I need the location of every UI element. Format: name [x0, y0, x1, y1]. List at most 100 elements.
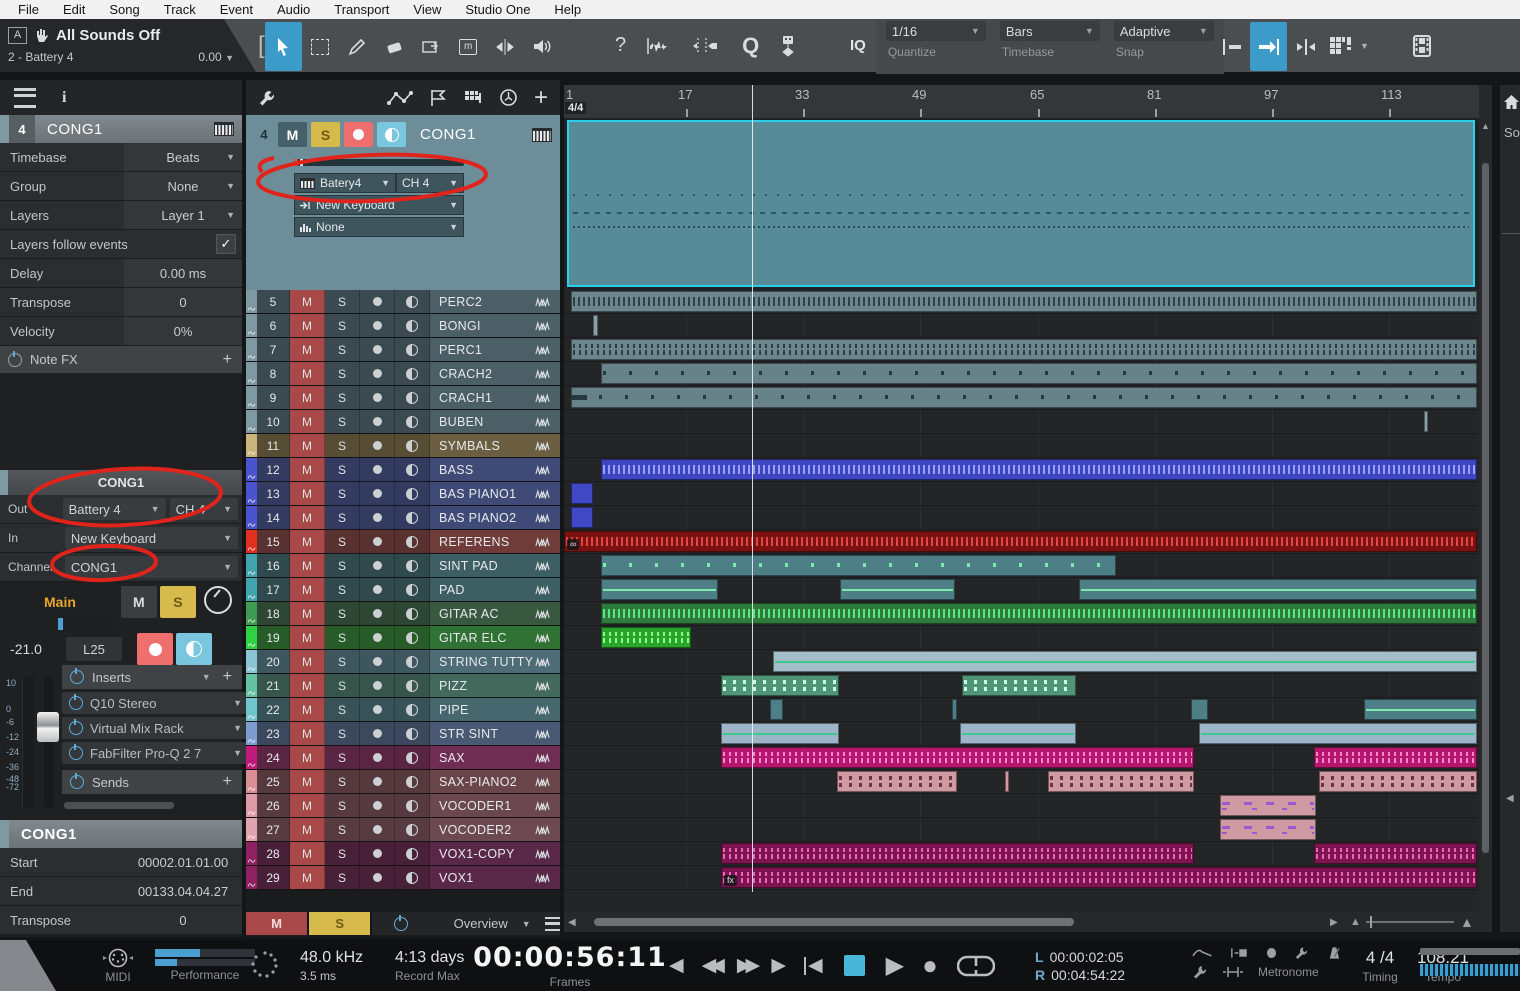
metronome-icon[interactable]: [1327, 946, 1342, 960]
track-mute-button[interactable]: M: [290, 410, 325, 433]
track-solo-button[interactable]: S: [325, 290, 360, 313]
track-solo-button[interactable]: S: [325, 626, 360, 649]
panel-collapse-arrow[interactable]: ◀: [1506, 793, 1514, 804]
track-mute-button[interactable]: M: [290, 530, 325, 553]
lane-gitar-ac[interactable]: [564, 602, 1479, 626]
track-record-button[interactable]: [360, 818, 395, 841]
track-solo-button[interactable]: S: [325, 650, 360, 673]
midi-clip[interactable]: [571, 483, 593, 504]
track-solo-button[interactable]: S: [325, 362, 360, 385]
in-select[interactable]: New Keyboard▼: [65, 527, 238, 549]
menu-item-event[interactable]: Event: [208, 0, 265, 19]
next-bar-button[interactable]: ▶: [771, 954, 786, 977]
lane-perc1[interactable]: [564, 338, 1479, 362]
track-row-bass[interactable]: 12MSBASS: [246, 458, 560, 482]
channel-solo-button[interactable]: S: [160, 586, 196, 618]
track-row-vox1-copy[interactable]: 28MSVOX1-COPY: [246, 842, 560, 866]
performance-monitor-box[interactable]: A All Sounds Off 2 - Battery 4 0.00 ▼: [0, 19, 256, 72]
row-value[interactable]: 0%: [124, 317, 242, 345]
inserts-scrollbar[interactable]: [64, 802, 174, 809]
midi-clip[interactable]: [721, 723, 839, 744]
track-mute-button[interactable]: M: [290, 794, 325, 817]
arrow-tool-button[interactable]: [265, 22, 302, 71]
track-monitor-button[interactable]: [395, 578, 430, 601]
track-solo-button[interactable]: S: [325, 458, 360, 481]
lane-string-tutty[interactable]: [564, 650, 1479, 674]
track-row-str-sint[interactable]: 23MSSTR SINT: [246, 722, 560, 746]
info-icon[interactable]: i: [62, 89, 66, 107]
range-tool-button[interactable]: [302, 22, 339, 71]
midi-clip[interactable]: [1314, 747, 1477, 768]
inserts-collapse-icon[interactable]: ▼: [202, 672, 211, 682]
menu-item-song[interactable]: Song: [97, 0, 151, 19]
lane-pad[interactable]: [564, 578, 1479, 602]
power-icon[interactable]: [8, 353, 22, 367]
menu-item-studio-one[interactable]: Studio One: [453, 0, 542, 19]
track4-volume-strip[interactable]: [294, 159, 464, 166]
track-mute-button[interactable]: M: [290, 506, 325, 529]
midi-clip[interactable]: [952, 699, 957, 720]
zoom-out-icon[interactable]: ▲: [1350, 916, 1361, 928]
track-monitor-button[interactable]: [395, 338, 430, 361]
midi-clip[interactable]: [601, 579, 718, 600]
midi-clip[interactable]: [770, 699, 783, 720]
midi-clip[interactable]: [571, 387, 1477, 408]
track-record-button[interactable]: [360, 506, 395, 529]
insert-power-icon[interactable]: [69, 746, 83, 760]
track-solo-button[interactable]: S: [325, 434, 360, 457]
midi-clip[interactable]: [601, 363, 1477, 384]
midi-clip[interactable]: [1191, 699, 1208, 720]
track-record-button[interactable]: [360, 290, 395, 313]
grid-mode-icon[interactable]: [1328, 35, 1354, 57]
bend-tool-button[interactable]: [487, 22, 524, 71]
track-monitor-button[interactable]: [395, 722, 430, 745]
track-row-string-tutty[interactable]: 20MSSTRING TUTTY: [246, 650, 560, 674]
sends-power-icon[interactable]: [70, 775, 84, 789]
lane-bongi[interactable]: [564, 314, 1479, 338]
fader-mini-strip[interactable]: [52, 620, 112, 628]
track4-out-device-select[interactable]: Batery4▼: [294, 173, 396, 193]
menu-item-transport[interactable]: Transport: [322, 0, 401, 19]
punch-range-icon[interactable]: [1222, 966, 1244, 978]
track-mute-button[interactable]: M: [290, 866, 325, 889]
track-row-pizz[interactable]: 21MSPIZZ: [246, 674, 560, 698]
menu-item-help[interactable]: Help: [542, 0, 593, 19]
track-row-sint-pad[interactable]: 16MSSINT PAD: [246, 554, 560, 578]
fast-forward-button[interactable]: ▶▶: [737, 954, 754, 977]
midi-clip[interactable]: [571, 339, 1477, 360]
snap-relative-button[interactable]: [1287, 22, 1324, 71]
track-record-button[interactable]: [360, 746, 395, 769]
row-value[interactable]: 0.00 ms: [124, 259, 242, 287]
note-fx-section[interactable]: Note FX +: [0, 346, 242, 373]
midi-clip[interactable]: [1199, 723, 1477, 744]
track-monitor-button[interactable]: [395, 602, 430, 625]
track-solo-button[interactable]: S: [325, 410, 360, 433]
midi-clip[interactable]: [1314, 843, 1477, 864]
scroll-right-icon[interactable]: ▶: [1330, 917, 1338, 928]
track-row-sax[interactable]: 24MSSAX: [246, 746, 560, 770]
midi-clip[interactable]: [593, 315, 598, 336]
track-solo-button[interactable]: S: [325, 698, 360, 721]
track-record-button[interactable]: [360, 626, 395, 649]
input-quantize-label[interactable]: IQ: [850, 37, 866, 54]
lane-bas-piano2[interactable]: [564, 506, 1479, 530]
track-record-button[interactable]: [360, 794, 395, 817]
fader-mini-handle[interactable]: [58, 618, 63, 630]
track-record-button[interactable]: [360, 530, 395, 553]
track-record-button[interactable]: [360, 770, 395, 793]
track-layout-icon[interactable]: [463, 89, 483, 107]
track-row-buben[interactable]: 10MSBUBEN: [246, 410, 560, 434]
track-mute-button[interactable]: M: [290, 650, 325, 673]
lane-symbals[interactable]: [564, 434, 1479, 458]
channel-mute-button[interactable]: M: [121, 586, 157, 618]
home-icon[interactable]: [1504, 95, 1519, 109]
track-solo-button[interactable]: S: [325, 746, 360, 769]
lane-crach2[interactable]: [564, 362, 1479, 386]
track-row-sax-piano2[interactable]: 25MSSAX-PIANO2: [246, 770, 560, 794]
lane-referens[interactable]: ∞: [564, 530, 1479, 554]
track-solo-button[interactable]: S: [325, 506, 360, 529]
vertical-scrollbar[interactable]: ▲: [1479, 85, 1492, 932]
horizontal-scrollbar[interactable]: ◀ ▶ ▲ ▲: [564, 912, 1479, 932]
lane-perc2[interactable]: [564, 290, 1479, 314]
track-record-button[interactable]: [360, 482, 395, 505]
